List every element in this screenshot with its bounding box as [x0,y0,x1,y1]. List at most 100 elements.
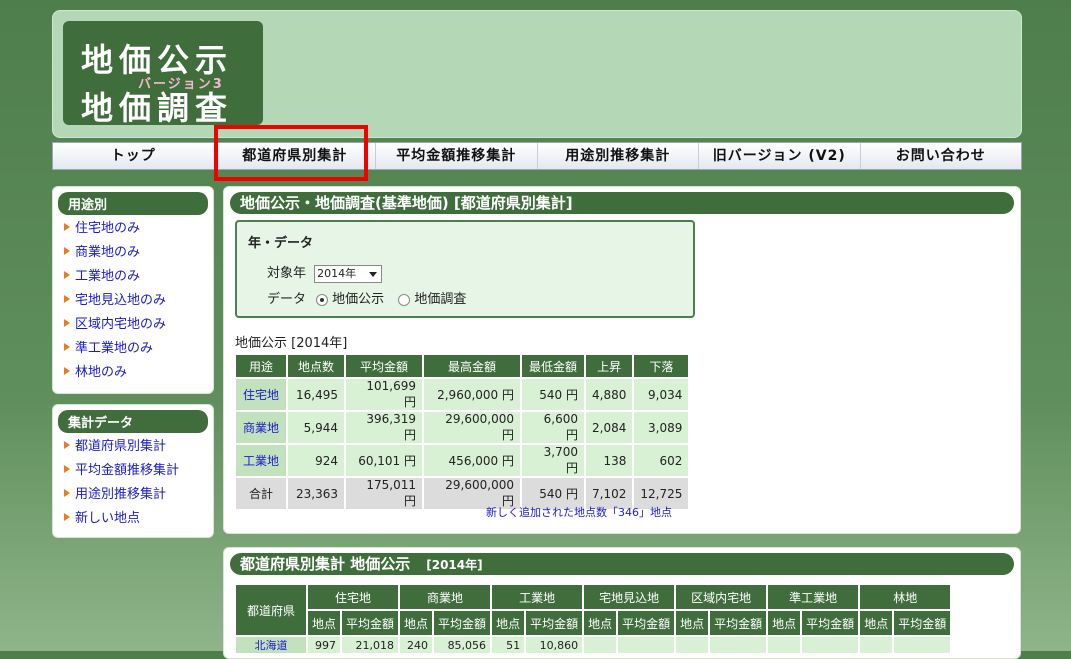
group-header: 区域内宅地 [676,585,767,609]
year-row: 対象年 2014年 [267,262,383,283]
nav-average-trend[interactable]: 平均金額推移集計 [376,143,538,169]
cell: 3,700 円 [522,445,584,476]
sidebar-usage: 用途別 住宅地のみ 商業地のみ 工業地のみ 宅地見込地のみ 区域内宅地のみ 準工… [52,186,214,394]
sidebar-item-residential[interactable]: 住宅地のみ [53,219,213,239]
prefecture-table: 都道府県 住宅地 商業地 工業地 宅地見込地 区域内宅地 準工業地 林地 地点平… [234,583,952,655]
site-logo[interactable]: 地価公示 バージョン3 地価調査 [63,21,263,127]
nav-contact[interactable]: お問い合わせ [861,143,1022,169]
table-caption: 地価公示 [2014年] [235,336,348,351]
group-header: 工業地 [492,585,583,609]
filter-title: 年・データ [248,236,314,251]
cell: 29,600,000 円 [424,412,520,443]
sub-header: 平均金額 [710,611,767,635]
cell: 9,034 [634,379,689,410]
col-header: 下落 [634,355,689,377]
group-header: 宅地見込地 [584,585,675,609]
sidebar-usage-title: 用途別 [58,192,208,215]
group-header: 林地 [860,585,951,609]
sidebar-item-forest[interactable]: 林地のみ [53,363,213,383]
table-row: 住宅地 16,495 101,699 円 2,960,000 円 540 円 4… [236,379,689,410]
year-select-value: 2014年 [317,266,357,280]
cell: 6,600 円 [522,412,584,443]
col-header: 最高金額 [424,355,520,377]
sidebar-item-average-trend[interactable]: 平均金額推移集計 [53,461,213,481]
logo-line-2: 地価調査 [81,89,234,127]
sub-header: 地点 [584,611,617,635]
sub-header: 地点 [676,611,709,635]
cell: 2,960,000 円 [424,379,520,410]
sub-header: 平均金額 [342,611,399,635]
cell: 138 [586,445,633,476]
table-row: 商業地 5,944 396,319 円 29,600,000 円 6,600 円… [236,412,689,443]
col-header: 上昇 [586,355,633,377]
table-row: 工業地 924 60,101 円 456,000 円 3,700 円 138 6… [236,445,689,476]
group-header-row: 都道府県 住宅地 商業地 工業地 宅地見込地 区域内宅地 準工業地 林地 [236,585,951,635]
cell: 60,101 円 [346,445,422,476]
group-header: 住宅地 [308,585,399,609]
sidebar-item-prefecture[interactable]: 都道府県別集計 [53,437,213,457]
cell: 16,495 [288,379,344,410]
sub-header: 平均金額 [618,611,675,635]
year-select[interactable]: 2014年 [314,264,383,283]
radio-koji[interactable] [316,293,329,306]
section-title: 都道府県別集計 地価公示 [2014年] [230,553,1014,575]
cell: 456,000 円 [424,445,520,476]
sidebar-item-industrial[interactable]: 工業地のみ [53,267,213,287]
radio-chosa-label: 地価調査 [414,292,467,307]
sidebar-item-prospective[interactable]: 宅地見込地のみ [53,291,213,311]
group-header: 商業地 [400,585,491,609]
row-label: 合計 [236,478,286,509]
data-label: データ [267,292,307,307]
sub-header: 平均金額 [526,611,583,635]
filter-box: 年・データ 対象年 2014年 データ 地価公示 地価調査 [235,220,695,318]
sidebar-item-commercial[interactable]: 商業地のみ [53,243,213,263]
page-title: 地価公示・地価調査(基準地価) [都道府県別集計] [230,192,1014,214]
summary-table: 用途 地点数 平均金額 最高金額 最低金額 上昇 下落 住宅地 16,495 1… [234,353,690,511]
sidebar-item-urban-residential[interactable]: 区域内宅地のみ [53,315,213,335]
sub-header: 平均金額 [802,611,859,635]
sub-header: 地点 [400,611,433,635]
section-title-text: 都道府県別集計 地価公示 [240,555,411,573]
new-points-link[interactable]: 新しく追加された地点数「346」地点 [486,504,672,520]
sub-header-row: 地点 平均金額 地点 平均金額 地点 平均金額 地点 平均金額 地点 平均金額 地点 平均金… [236,611,951,635]
sub-header: 地点 [768,611,801,635]
nav-usage-trend[interactable]: 用途別推移集計 [538,143,699,169]
group-header: 準工業地 [768,585,859,609]
col-header: 都道府県 [236,585,306,635]
sidebar-item-usage-trend[interactable]: 用途別推移集計 [53,485,213,505]
main-nav: トップ 都道府県別集計 平均金額推移集計 用途別推移集計 旧バージョン (V2)… [52,142,1022,170]
sub-header: 地点 [308,611,341,635]
row-label-link[interactable]: 工業地 [236,445,286,476]
main-panel: 地価公示・地価調査(基準地価) [都道府県別集計] 年・データ 対象年 2014… [223,186,1021,534]
cell: 396,319 円 [346,412,422,443]
nav-old-version[interactable]: 旧バージョン (V2) [699,143,861,169]
col-header: 平均金額 [346,355,422,377]
sidebar-item-semi-industrial[interactable]: 準工業地のみ [53,339,213,359]
year-label: 対象年 [267,266,307,281]
cell: 3,089 [634,412,689,443]
sub-header: 平均金額 [434,611,491,635]
cell: 101,699 円 [346,379,422,410]
cell: 175,011 円 [346,478,422,509]
sidebar-item-new-points[interactable]: 新しい地点 [53,509,213,529]
col-header: 最低金額 [522,355,584,377]
col-header: 地点数 [288,355,344,377]
sub-header: 地点 [860,611,893,635]
section-year: [2014年] [426,558,483,572]
row-label-link[interactable]: 住宅地 [236,379,286,410]
prefecture-panel: 都道府県別集計 地価公示 [2014年] 都道府県 住宅地 商業地 工業地 宅地見… [223,547,1021,659]
nav-top[interactable]: トップ [53,143,215,169]
row-label-link[interactable]: 商業地 [236,412,286,443]
cell: 2,084 [586,412,633,443]
cell: 4,880 [586,379,633,410]
site-header: 地価公示 バージョン3 地価調査 [52,10,1022,138]
chevron-down-icon [369,271,378,277]
sub-header: 地点 [492,611,525,635]
data-row: データ 地価公示 地価調査 [267,288,466,307]
sub-header: 平均金額 [894,611,951,635]
radio-chosa[interactable] [398,293,411,306]
cell: 540 円 [522,379,584,410]
cell: 5,944 [288,412,344,443]
sidebar-data-title: 集計データ [58,410,208,433]
highlight-box [214,125,368,181]
